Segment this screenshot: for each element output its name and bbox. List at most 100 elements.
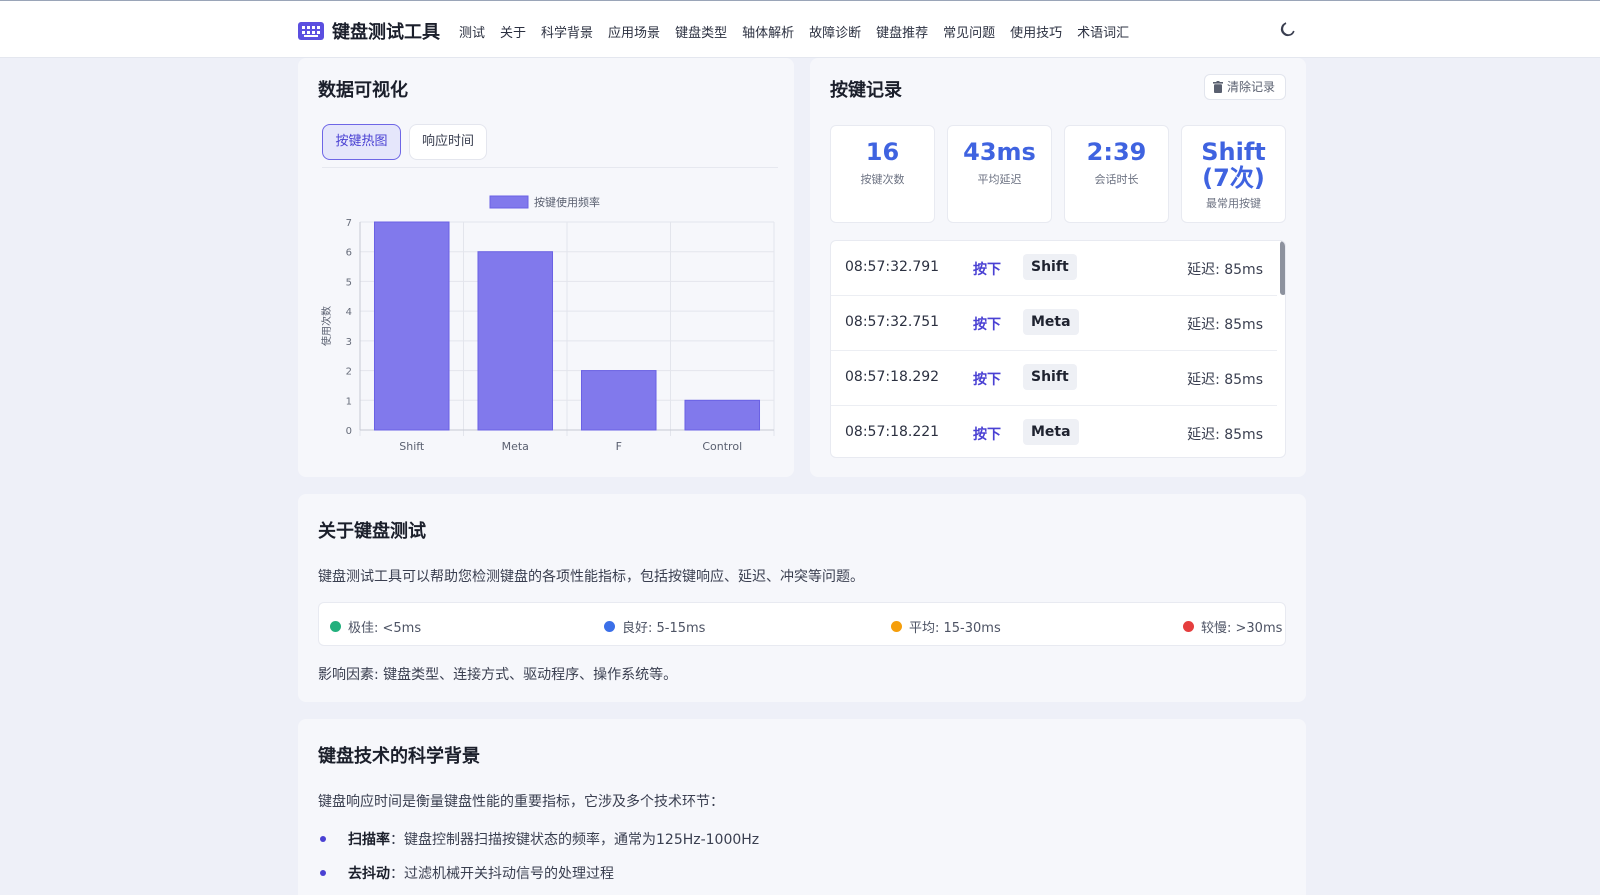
- level-excellent-label: 极佳: <5ms: [348, 621, 422, 636]
- nav-link-switches[interactable]: 轴体解析: [742, 22, 794, 41]
- science-item-term: 去抖动: [348, 866, 390, 882]
- level-good-label: 良好: 5-15ms: [622, 621, 706, 636]
- stat-avg-latency-label: 平均延迟: [977, 173, 1022, 186]
- level-good-dot: [604, 621, 615, 632]
- tab-heatmap[interactable]: 按键热图: [322, 124, 401, 160]
- log-key-badge: Shift: [1023, 254, 1077, 280]
- log-delay: 延迟: 85ms: [1187, 262, 1263, 278]
- moon-icon[interactable]: [1280, 21, 1296, 37]
- level-average: 平均: 15-30ms: [891, 617, 1001, 636]
- level-slow-dot: [1183, 621, 1194, 632]
- stat-session-time-label: 会话时长: [1094, 173, 1139, 186]
- y-tick-label: 4: [346, 307, 352, 318]
- brand[interactable]: 键盘测试工具: [298, 18, 440, 44]
- stat-avg-latency-value: 43ms: [963, 138, 1036, 166]
- y-tick-label: 6: [346, 248, 352, 259]
- keyboard-icon: [298, 22, 324, 40]
- stat-key-count: 16 按键次数: [830, 125, 935, 223]
- log-delay: 延迟: 85ms: [1187, 317, 1263, 333]
- key-log-title: 按键记录: [830, 80, 902, 101]
- log-action: 按下: [973, 317, 1001, 333]
- log-row: 08:57:32.751 按下 Meta 延迟: 85ms: [831, 296, 1277, 351]
- level-slow: 较慢: >30ms: [1183, 617, 1282, 636]
- y-tick-label: 5: [346, 277, 352, 288]
- level-average-label: 平均: 15-30ms: [909, 621, 1001, 636]
- brand-title: 键盘测试工具: [332, 22, 440, 43]
- stat-top-key-value: Shift (7次): [1201, 138, 1266, 192]
- log-action: 按下: [973, 262, 1001, 278]
- tab-response-time[interactable]: 响应时间: [409, 124, 487, 160]
- bullet-dot: [320, 836, 326, 842]
- log-time: 08:57:32.791: [845, 259, 940, 275]
- nav-link-recommend[interactable]: 键盘推荐: [876, 22, 928, 41]
- stat-key-count-label: 按键次数: [860, 173, 905, 186]
- log-row: 08:57:18.292 按下 Shift 延迟: 85ms: [831, 351, 1277, 406]
- log-key-badge: Shift: [1023, 364, 1077, 390]
- key-usage-chart: 按键使用频率 0 1 2 3 4 5 6 7 Shift Meta F Control 使用次数: [320, 195, 775, 453]
- legend-label: 按键使用频率: [534, 195, 600, 209]
- nav-link-types[interactable]: 键盘类型: [675, 22, 727, 41]
- bar-shift: [373, 221, 450, 431]
- nav-link-tips[interactable]: 使用技巧: [1010, 22, 1062, 41]
- log-scrollbar-thumb[interactable]: [1280, 241, 1285, 295]
- trash-icon: [1213, 81, 1223, 93]
- bar-control: [684, 399, 761, 431]
- bar-f: [580, 370, 657, 431]
- science-item-text: ：过滤机械开关抖动信号的处理过程: [390, 866, 614, 882]
- log-row: 08:57:32.791 按下 Shift 延迟: 85ms: [831, 241, 1277, 296]
- log-time: 08:57:32.751: [845, 314, 940, 330]
- clear-log-button[interactable]: 清除记录: [1204, 74, 1286, 100]
- level-average-dot: [891, 621, 902, 632]
- log-key-badge: Meta: [1023, 309, 1079, 335]
- log-row: 08:57:18.221 按下 Meta 延迟: 85ms: [831, 406, 1277, 457]
- about-description: 键盘测试工具可以帮助您检测键盘的各项性能指标，包括按键响应、延迟、冲突等问题。: [318, 569, 864, 585]
- x-tick-label: F: [616, 440, 622, 453]
- bullet-dot: [320, 870, 326, 876]
- top-navbar: 键盘测试工具 测试 关于 科学背景 应用场景 键盘类型 轴体解析 故障诊断 键盘…: [0, 0, 1600, 58]
- clear-log-label: 清除记录: [1227, 80, 1276, 94]
- nav-link-about[interactable]: 关于: [500, 22, 526, 41]
- bar-meta: [477, 251, 554, 431]
- tab-divider: [322, 167, 778, 168]
- log-delay: 延迟: 85ms: [1187, 372, 1263, 388]
- y-tick-label: 1: [346, 396, 352, 407]
- latency-levels: 极佳: <5ms 良好: 5-15ms 平均: 15-30ms 较慢: >30m…: [318, 602, 1286, 646]
- main-nav: 测试 关于 科学背景 应用场景 键盘类型 轴体解析 故障诊断 键盘推荐 常见问题…: [459, 22, 1144, 41]
- science-item-text: ：键盘控制器扫描按键状态的频率，通常为125Hz-1000Hz: [390, 832, 760, 848]
- x-tick-label: Shift: [399, 440, 425, 453]
- stat-top-key: Shift (7次) 最常用按键: [1181, 125, 1286, 223]
- stat-top-key-label: 最常用按键: [1206, 197, 1261, 210]
- level-excellent: 极佳: <5ms: [330, 617, 421, 636]
- about-factors: 影响因素: 键盘类型、连接方式、驱动程序、操作系统等。: [318, 667, 678, 683]
- science-title: 键盘技术的科学背景: [318, 746, 480, 767]
- y-tick-label: 7: [346, 218, 352, 229]
- y-tick-label: 2: [346, 367, 352, 378]
- log-delay: 延迟: 85ms: [1187, 427, 1263, 443]
- nav-link-scenarios[interactable]: 应用场景: [608, 22, 660, 41]
- nav-link-faq[interactable]: 常见问题: [943, 22, 995, 41]
- nav-link-glossary[interactable]: 术语词汇: [1077, 22, 1129, 41]
- y-tick-label: 0: [346, 426, 352, 437]
- science-item-debounce: 去抖动：过滤机械开关抖动信号的处理过程: [348, 863, 614, 883]
- science-intro: 键盘响应时间是衡量键盘性能的重要指标，它涉及多个技术环节：: [318, 794, 724, 810]
- level-slow-label: 较慢: >30ms: [1201, 621, 1283, 636]
- x-tick-label: Control: [702, 440, 742, 453]
- log-action: 按下: [973, 427, 1001, 443]
- visualization-title: 数据可视化: [318, 80, 408, 101]
- stat-session-time: 2:39 会话时长: [1064, 125, 1169, 223]
- science-item-term: 扫描率: [348, 832, 390, 848]
- level-good: 良好: 5-15ms: [604, 617, 705, 636]
- y-axis-title: 使用次数: [320, 306, 333, 346]
- log-action: 按下: [973, 372, 1001, 388]
- stat-key-count-value: 16: [865, 138, 900, 166]
- key-log-list[interactable]: 08:57:32.791 按下 Shift 延迟: 85ms 08:57:32.…: [830, 240, 1286, 458]
- stat-session-time-value: 2:39: [1086, 138, 1147, 166]
- log-time: 08:57:18.292: [845, 369, 940, 385]
- log-time: 08:57:18.221: [845, 424, 940, 440]
- stat-avg-latency: 43ms 平均延迟: [947, 125, 1052, 223]
- legend-swatch: [489, 195, 529, 209]
- log-key-badge: Meta: [1023, 419, 1079, 445]
- nav-link-diagnosis[interactable]: 故障诊断: [809, 22, 861, 41]
- nav-link-test[interactable]: 测试: [459, 22, 485, 41]
- nav-link-science[interactable]: 科学背景: [541, 22, 593, 41]
